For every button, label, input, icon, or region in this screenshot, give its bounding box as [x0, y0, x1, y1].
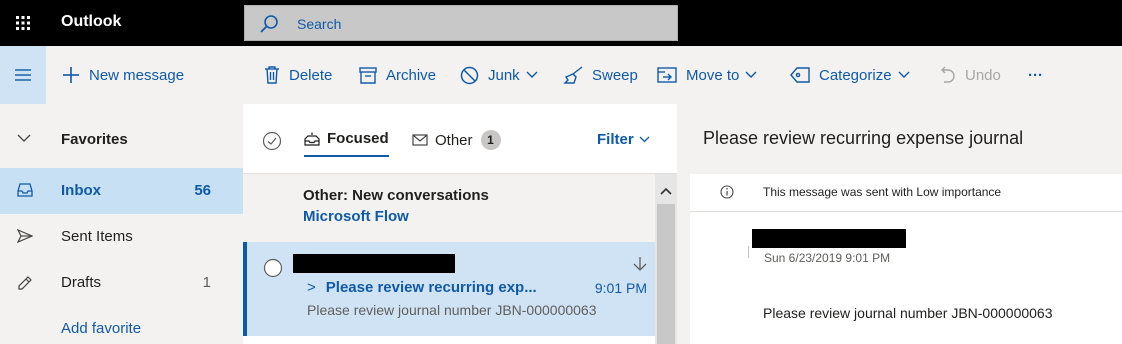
more-actions-button[interactable]: ··· — [1028, 64, 1043, 86]
tab-label: Focused — [327, 130, 389, 147]
tab-label: Other — [435, 131, 473, 149]
message-list: Focused Other 1 Filter Other: New conver… — [243, 104, 677, 344]
waffle-icon — [16, 16, 30, 30]
hamburger-icon — [15, 69, 31, 81]
select-all-checkbox[interactable] — [262, 131, 282, 151]
divider — [748, 246, 749, 258]
item-count: 1 — [202, 274, 211, 291]
message-list-header: Focused Other 1 Filter — [243, 104, 677, 174]
archive-icon — [359, 66, 377, 84]
undo-button[interactable]: Undo — [938, 64, 1001, 86]
message-time: 9:01 PM — [594, 280, 647, 296]
low-importance-icon — [633, 257, 647, 271]
other-notification[interactable]: Other: New conversations Microsoft Flow — [243, 174, 655, 242]
message-preview: Please review journal number JBN-0000000… — [307, 302, 597, 318]
move-to-label: Move to — [686, 66, 740, 84]
sidebar-item-inbox[interactable]: Inbox 56 — [0, 168, 243, 214]
notification-title: Other: New conversations — [303, 187, 489, 204]
categorize-button[interactable]: Categorize — [790, 64, 910, 86]
email-body: Please review journal number JBN-0000000… — [763, 305, 1053, 321]
tag-icon — [790, 67, 810, 83]
categorize-label: Categorize — [819, 66, 892, 84]
favorites-label: Favorites — [61, 131, 128, 148]
sidebar-item-drafts[interactable]: Drafts 1 — [0, 260, 243, 306]
scroll-up-button[interactable] — [655, 182, 677, 200]
sidebar-item-label: Inbox — [61, 182, 101, 199]
subject-text: Please review recurring exp... — [325, 279, 537, 296]
sidebar-item-label: Sent Items — [61, 228, 133, 245]
archive-button[interactable]: Archive — [359, 64, 436, 86]
search-icon — [260, 15, 278, 33]
importance-text: This message was sent with Low importanc… — [763, 185, 1002, 199]
move-folder-icon — [657, 67, 677, 83]
focused-inbox-icon — [304, 132, 320, 146]
tab-focused[interactable]: Focused — [304, 130, 389, 157]
send-icon — [17, 229, 33, 243]
info-icon — [720, 185, 734, 199]
unread-count: 56 — [194, 182, 211, 199]
nav-toggle-button[interactable] — [0, 46, 46, 104]
message-subject: > Please review recurring exp... — [307, 279, 537, 296]
chevron-down-icon — [17, 134, 31, 142]
app-title[interactable]: Outlook — [61, 13, 121, 31]
undo-icon — [941, 66, 955, 83]
scrollbar-thumb[interactable] — [657, 204, 675, 344]
sweep-button[interactable]: Sweep — [563, 64, 638, 86]
chevron-down-icon — [526, 71, 538, 78]
chevron-right-icon: > — [307, 279, 316, 296]
sweep-label: Sweep — [592, 66, 638, 84]
junk-label: Junk — [488, 66, 520, 84]
junk-button[interactable]: Junk — [460, 64, 538, 86]
favorites-header[interactable]: Favorites — [0, 117, 243, 163]
notification-sender: Microsoft Flow — [303, 208, 409, 225]
email-subject: Please review recurring expense journal — [703, 128, 1024, 148]
delete-label: Delete — [289, 66, 333, 84]
command-bar: New message Delete Archive Junk Sweep Mo… — [0, 46, 1122, 104]
tab-other[interactable]: Other 1 — [412, 130, 501, 150]
delete-button[interactable]: Delete — [264, 64, 332, 86]
add-favorite-label: Add favorite — [61, 320, 142, 337]
inbox-icon — [17, 183, 33, 197]
mail-icon — [412, 134, 428, 146]
sidebar-item-sent-items[interactable]: Sent Items — [0, 214, 243, 260]
undo-label: Undo — [965, 66, 1001, 84]
message-card: This message was sent with Low importanc… — [690, 174, 1122, 344]
redacted-sender — [293, 254, 455, 273]
filter-label: Filter — [597, 131, 634, 148]
list-item[interactable]: > Please review recurring exp... 9:01 PM… — [243, 242, 655, 336]
add-favorite-link[interactable]: Add favorite — [0, 306, 243, 344]
email-date: Sun 6/23/2019 9:01 PM — [764, 251, 891, 265]
plus-icon — [63, 67, 79, 83]
folder-pane: Favorites Inbox 56 Sent Items Drafts 1 A… — [0, 104, 243, 344]
broom-icon — [563, 66, 583, 84]
search-placeholder: Search — [297, 16, 342, 32]
reading-pane: Please review recurring expense journal … — [677, 104, 1122, 344]
pencil-icon — [18, 276, 32, 290]
sidebar-item-label: Drafts — [61, 274, 102, 291]
new-message-button[interactable]: New message — [62, 64, 184, 86]
chevron-down-icon — [639, 136, 650, 143]
move-to-button[interactable]: Move to — [657, 64, 757, 86]
app-launcher-button[interactable] — [0, 0, 46, 46]
block-icon — [460, 66, 479, 84]
unread-badge: 1 — [480, 130, 501, 150]
filter-button[interactable]: Filter — [597, 131, 650, 148]
chevron-up-icon — [660, 187, 672, 195]
trash-icon — [265, 66, 279, 84]
new-message-label: New message — [89, 66, 185, 84]
archive-label: Archive — [386, 66, 437, 84]
search-input[interactable]: Search — [244, 5, 678, 41]
top-bar: Outlook Search — [0, 0, 1122, 46]
message-select-checkbox[interactable] — [263, 258, 283, 278]
chevron-down-icon — [745, 71, 757, 78]
importance-banner: This message was sent with Low importanc… — [690, 174, 1122, 212]
more-icon: ··· — [1028, 66, 1043, 84]
redacted-sender — [752, 229, 906, 248]
chevron-down-icon — [898, 71, 910, 78]
